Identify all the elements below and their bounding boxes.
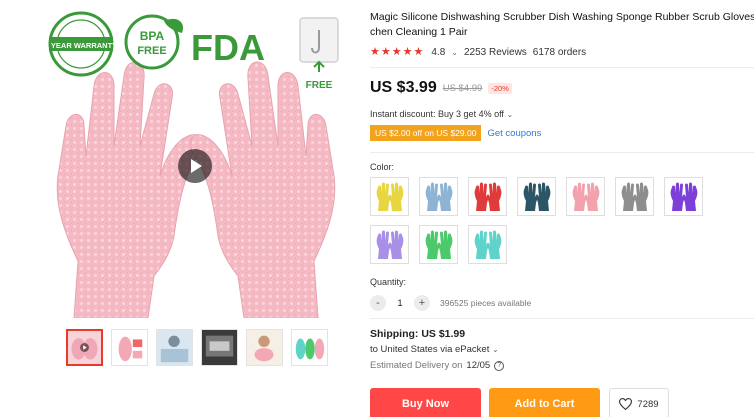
product-info: Magic Silicone Dishwashing Scrubber Dish… — [370, 10, 754, 58]
play-icon — [191, 159, 202, 173]
coupon-row: US $2.00 off on US $29.00 Get coupons — [370, 125, 541, 141]
color-swatch-light-blue[interactable] — [419, 177, 458, 216]
get-coupons-link[interactable]: Get coupons — [487, 128, 541, 139]
svg-text:BPA: BPA — [140, 29, 165, 43]
star-icon: ★ — [413, 46, 424, 58]
color-swatch-pink[interactable] — [566, 177, 605, 216]
glove-icon — [523, 182, 550, 211]
rating-row: ★ ★ ★ ★ ★ 4.8 ⌄ 2253 Reviews 6178 orders — [370, 47, 754, 59]
color-label: Color: — [370, 162, 395, 172]
star-icon: ★ — [402, 46, 413, 58]
main-product-image[interactable]: 1 YEAR WARRANTY BPA FREE FDA FREE — [36, 6, 354, 318]
glove-icon — [425, 230, 452, 259]
play-video-button[interactable] — [178, 149, 212, 183]
fda-badge: FDA — [189, 24, 269, 66]
estimated-delivery: Estimated Delivery on 12/05 ? — [370, 360, 505, 371]
glove-icon — [376, 230, 403, 259]
wishlist-button[interactable]: 7289 — [609, 388, 669, 417]
divider — [370, 318, 754, 319]
glove-icon — [474, 230, 501, 259]
thumbnail-strip — [66, 329, 328, 366]
wishlist-count: 7289 — [637, 398, 659, 410]
star-icon: ★ — [370, 46, 380, 58]
chevron-down-icon: ⌄ — [491, 345, 499, 354]
glove-icon — [425, 182, 452, 211]
shipping-destination-text: to United States via ePacket — [370, 344, 490, 355]
svg-text:FREE: FREE — [137, 45, 166, 57]
warranty-text: 1 YEAR WARRANTY — [47, 41, 115, 50]
buy-now-button[interactable]: Buy Now — [370, 388, 481, 417]
price-row: US $3.99 US $4.99 -20% — [370, 79, 512, 97]
product-title-line1: Magic Silicone Dishwashing Scrubber Dish… — [370, 11, 754, 23]
chevron-down-icon[interactable]: ⌄ — [451, 48, 458, 57]
reviews-link[interactable]: 2253 Reviews — [464, 47, 527, 58]
glove-icon — [474, 182, 501, 211]
svg-text:FDA: FDA — [191, 27, 265, 66]
warranty-badge: 1 YEAR WARRANTY — [47, 10, 115, 78]
current-price: US $3.99 — [370, 79, 437, 96]
quantity-increase-button[interactable]: + — [414, 295, 430, 311]
thumbnail-3[interactable] — [156, 329, 193, 366]
coupon-tag: US $2.00 off on US $29.00 — [370, 125, 482, 141]
color-swatch-gray[interactable] — [615, 177, 654, 216]
thumbnail-6[interactable] — [291, 329, 328, 366]
orders-count: 6178 orders — [532, 47, 587, 58]
pieces-available: 396525 pieces available — [440, 298, 532, 308]
divider — [370, 67, 754, 68]
original-price: US $4.99 — [442, 82, 483, 94]
divider — [370, 152, 754, 153]
bpa-free-badge: BPA FREE — [122, 11, 188, 73]
color-swatch-cyan[interactable] — [468, 225, 507, 264]
color-swatch-green[interactable] — [419, 225, 458, 264]
free-hook-badge: FREE — [298, 16, 343, 96]
thumbnail-5[interactable] — [246, 329, 283, 366]
svg-text:FREE: FREE — [306, 80, 333, 91]
shipping-destination[interactable]: to United States via ePacket ⌄ — [370, 344, 499, 355]
delivery-prefix: Estimated Delivery on — [370, 360, 463, 371]
thumbnail-2[interactable] — [111, 329, 148, 366]
thumbnail-1[interactable] — [66, 329, 103, 366]
quantity-decrease-button[interactable]: - — [370, 295, 386, 311]
color-swatch-purple[interactable] — [664, 177, 703, 216]
instant-discount-text: Instant discount: Buy 3 get 4% off — [370, 109, 504, 119]
quantity-label: Quantity: — [370, 277, 407, 287]
quantity-input[interactable] — [394, 297, 406, 309]
delivery-date: 12/05 — [466, 360, 491, 371]
color-swatches — [370, 177, 710, 264]
thumbnail-4[interactable] — [201, 329, 238, 366]
star-icon: ★ — [391, 46, 402, 58]
product-title: Magic Silicone Dishwashing Scrubber Dish… — [370, 10, 754, 40]
chevron-down-icon: ⌄ — [506, 110, 514, 119]
quantity-stepper: - + 396525 pieces available — [370, 295, 531, 311]
color-swatch-red[interactable] — [468, 177, 507, 216]
glove-icon — [376, 182, 403, 211]
glove-icon — [572, 182, 599, 211]
product-title-line2: chen Cleaning 1 Pair — [370, 26, 468, 38]
rating-value: 4.8 — [431, 47, 446, 58]
instant-discount[interactable]: Instant discount: Buy 3 get 4% off ⌄ — [370, 109, 513, 119]
glove-icon — [670, 182, 697, 211]
color-swatch-dark-teal[interactable] — [517, 177, 556, 216]
color-swatch-yellow[interactable] — [370, 177, 409, 216]
color-swatch-lavender[interactable] — [370, 225, 409, 264]
glove-icon — [621, 182, 648, 211]
help-icon[interactable]: ? — [494, 360, 505, 371]
rating-stars: ★ ★ ★ ★ ★ — [370, 47, 423, 58]
heart-icon — [619, 398, 633, 410]
add-to-cart-button[interactable]: Add to Cart — [489, 388, 600, 417]
shipping-cost: Shipping: US $1.99 — [370, 328, 466, 340]
discount-badge: -20% — [488, 82, 512, 94]
star-icon: ★ — [380, 46, 391, 58]
